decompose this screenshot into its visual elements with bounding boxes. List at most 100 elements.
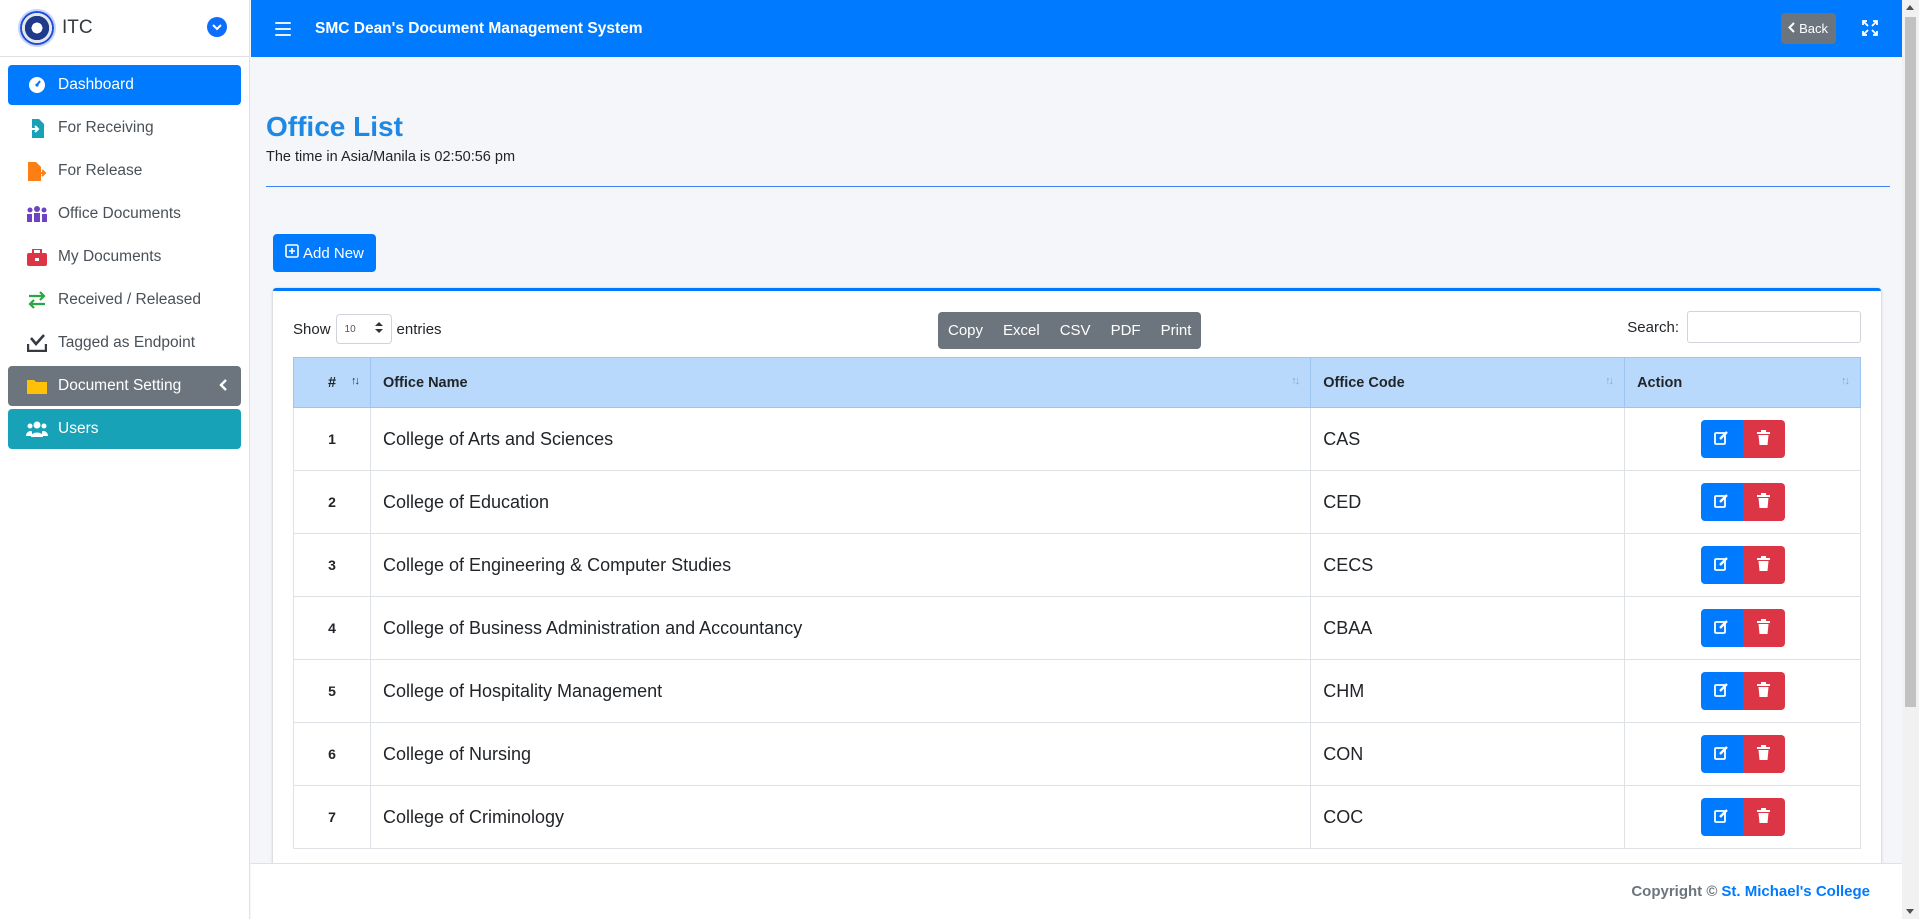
action-cell bbox=[1624, 596, 1861, 660]
action-cell bbox=[1624, 533, 1861, 597]
delete-button[interactable] bbox=[1742, 420, 1785, 458]
trash-icon bbox=[1757, 618, 1771, 639]
sidebar-item-label: Document Setting bbox=[58, 377, 182, 394]
sidebar-item-label: Tagged as Endpoint bbox=[58, 334, 196, 351]
edit-icon bbox=[1714, 555, 1729, 576]
sidebar-item-for-release[interactable]: For Release bbox=[8, 151, 241, 191]
office-code-cell: COC bbox=[1310, 785, 1626, 849]
search-input[interactable] bbox=[1687, 311, 1861, 343]
entries-label: entries bbox=[396, 320, 442, 338]
chevron-down-icon[interactable] bbox=[207, 17, 227, 37]
page-subtitle: The time in Asia/Manila is 02:50:56 pm bbox=[266, 149, 516, 165]
delete-button[interactable] bbox=[1742, 546, 1785, 584]
delete-button[interactable] bbox=[1742, 609, 1785, 647]
trash-icon bbox=[1757, 555, 1771, 576]
file-import-icon bbox=[26, 117, 48, 139]
copy-button[interactable]: Copy bbox=[938, 312, 993, 349]
office-name-cell: College of Education bbox=[369, 470, 1312, 534]
show-entries: Show 10 entries bbox=[293, 314, 442, 344]
csv-button[interactable]: CSV bbox=[1050, 312, 1101, 349]
edit-icon bbox=[1714, 618, 1729, 639]
delete-button[interactable] bbox=[1742, 672, 1785, 710]
chevron-left-icon bbox=[219, 378, 227, 396]
sort-icon: ↑↓ bbox=[1605, 375, 1614, 387]
col-header-office-code[interactable]: Office Code ↑↓ bbox=[1310, 357, 1626, 408]
college-link[interactable]: St. Michael's College bbox=[1721, 883, 1870, 900]
edit-button[interactable] bbox=[1700, 483, 1743, 521]
table-row: 7 College of Criminology COC bbox=[293, 785, 1861, 849]
print-button[interactable]: Print bbox=[1151, 312, 1202, 349]
office-name-cell: College of Engineering & Computer Studie… bbox=[369, 533, 1312, 597]
entries-value: 10 bbox=[344, 323, 356, 335]
main-content: Office List The time in Asia/Manila is 0… bbox=[251, 57, 1902, 863]
delete-button[interactable] bbox=[1742, 735, 1785, 773]
edit-icon bbox=[1714, 681, 1729, 702]
excel-button[interactable]: Excel bbox=[993, 312, 1050, 349]
sidebar-item-label: My Documents bbox=[58, 248, 162, 265]
edit-button[interactable] bbox=[1700, 672, 1743, 710]
table-row: 1 College of Arts and Sciences CAS bbox=[293, 407, 1861, 471]
office-name-cell: College of Hospitality Management bbox=[369, 659, 1312, 723]
sidebar-item-label: Users bbox=[58, 420, 99, 437]
office-name-cell: College of Nursing bbox=[369, 722, 1312, 786]
fullscreen-icon[interactable] bbox=[1862, 20, 1878, 36]
edit-button[interactable] bbox=[1700, 420, 1743, 458]
users-icon bbox=[26, 418, 48, 440]
delete-button[interactable] bbox=[1742, 798, 1785, 836]
edit-button[interactable] bbox=[1700, 798, 1743, 836]
col-header-office-name[interactable]: Office Name ↑↓ bbox=[369, 357, 1312, 408]
office-name-cell: College of Business Administration and A… bbox=[369, 596, 1312, 660]
office-code-cell: CHM bbox=[1310, 659, 1626, 723]
sort-icon: ↑↓ bbox=[1841, 375, 1850, 387]
office-name-cell: College of Arts and Sciences bbox=[369, 407, 1312, 471]
edit-icon bbox=[1714, 492, 1729, 513]
sidebar-item-dashboard[interactable]: Dashboard bbox=[8, 65, 241, 105]
vertical-scrollbar[interactable] bbox=[1902, 0, 1919, 919]
back-button[interactable]: Back bbox=[1781, 13, 1836, 44]
table-row: 5 College of Hospitality Management CHM bbox=[293, 659, 1861, 723]
search: Search: bbox=[1627, 311, 1861, 343]
col-header-number[interactable]: # ↑↓ bbox=[293, 357, 371, 408]
office-table: # ↑↓ Office Name ↑↓ Office Code ↑↓ Action ↑↓… bbox=[293, 357, 1861, 849]
trash-icon bbox=[1757, 681, 1771, 702]
add-new-button[interactable]: Add New bbox=[273, 234, 376, 272]
scrollbar-thumb[interactable] bbox=[1905, 17, 1916, 707]
trash-icon bbox=[1757, 492, 1771, 513]
scroll-up-arrow-icon[interactable] bbox=[1906, 5, 1914, 10]
sidebar-item-tagged-endpoint[interactable]: Tagged as Endpoint bbox=[8, 323, 241, 363]
brand[interactable]: ITC bbox=[0, 0, 249, 57]
edit-icon bbox=[1714, 744, 1729, 765]
scroll-down-arrow-icon[interactable] bbox=[1906, 909, 1914, 914]
college-seal-logo bbox=[20, 11, 54, 45]
sidebar-item-received-released[interactable]: Received / Released bbox=[8, 280, 241, 320]
export-button-group: Copy Excel CSV PDF Print bbox=[938, 312, 1202, 349]
row-number: 3 bbox=[293, 533, 371, 597]
plus-square-icon bbox=[285, 244, 299, 262]
sidebar-item-label: Received / Released bbox=[58, 291, 202, 308]
row-number: 7 bbox=[293, 785, 371, 849]
sidebar-item-for-receiving[interactable]: For Receiving bbox=[8, 108, 241, 148]
hamburger-menu-icon[interactable] bbox=[275, 21, 291, 36]
row-number: 2 bbox=[293, 470, 371, 534]
back-button-label: Back bbox=[1799, 21, 1828, 36]
sidebar-item-my-documents[interactable]: My Documents bbox=[8, 237, 241, 277]
sidebar-item-document-setting[interactable]: Document Setting bbox=[8, 366, 241, 406]
office-list-card: Show 10 entries Copy Excel CSV PDF Print… bbox=[273, 288, 1881, 863]
edit-button[interactable] bbox=[1700, 609, 1743, 647]
sort-asc-icon: ↑↓ bbox=[350, 375, 360, 387]
entries-select[interactable]: 10 bbox=[335, 314, 392, 344]
updown-icon bbox=[374, 322, 383, 336]
pdf-button[interactable]: PDF bbox=[1101, 312, 1151, 349]
sidebar-item-label: For Release bbox=[58, 162, 143, 179]
sidebar-item-label: Dashboard bbox=[58, 76, 134, 93]
action-cell bbox=[1624, 659, 1861, 723]
sidebar-item-label: Office Documents bbox=[58, 205, 181, 222]
sidebar-item-office-documents[interactable]: Office Documents bbox=[8, 194, 241, 234]
sidebar-item-users[interactable]: Users bbox=[8, 409, 241, 449]
topbar: SMC Dean's Document Management System Ba… bbox=[251, 0, 1902, 57]
edit-icon bbox=[1714, 429, 1729, 450]
edit-button[interactable] bbox=[1700, 735, 1743, 773]
edit-button[interactable] bbox=[1700, 546, 1743, 584]
col-header-action[interactable]: Action ↑↓ bbox=[1624, 357, 1861, 408]
delete-button[interactable] bbox=[1742, 483, 1785, 521]
